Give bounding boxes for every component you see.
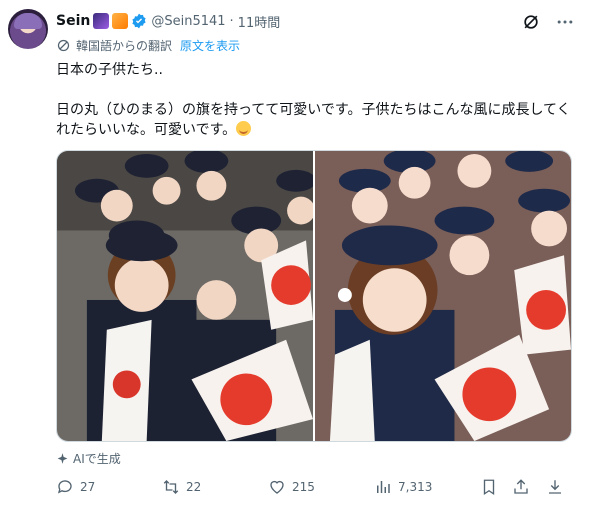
view-count: 7,313 <box>398 480 433 494</box>
translation-note: 韓国語からの翻訳 <box>76 39 173 53</box>
share-icon <box>514 479 528 494</box>
post-text-line1: 日本の子供たち.. <box>56 62 163 78</box>
galaxy-emoji-icon <box>93 13 110 29</box>
translate-icon <box>57 39 70 52</box>
bookmark-button[interactable] <box>480 478 498 496</box>
post-media[interactable] <box>56 150 572 442</box>
verified-badge-icon[interactable] <box>131 13 147 29</box>
download-icon <box>549 480 561 494</box>
handle[interactable]: @Sein5141 <box>151 14 225 29</box>
views-icon <box>377 481 390 493</box>
media-image-left[interactable] <box>57 151 313 441</box>
media-image-right[interactable] <box>315 151 571 441</box>
reply-count: 27 <box>80 480 96 494</box>
avatar[interactable] <box>8 9 48 49</box>
grok-icon[interactable] <box>521 12 541 32</box>
share-button[interactable] <box>512 478 530 496</box>
post-text-line2: 日の丸（ひのまる）の旗を持ってて可愛いです。子供たちはこんな風に成長してくれたら… <box>56 102 571 138</box>
rocket-emoji-icon <box>112 13 129 29</box>
bookmark-icon <box>483 479 495 496</box>
repost-button[interactable]: 22 <box>162 478 201 496</box>
like-count: 215 <box>292 480 315 494</box>
sparkle-icon <box>57 453 68 464</box>
repost-icon <box>163 480 179 494</box>
post-header: Sein @Sein5141 · 11時間 <box>56 11 280 31</box>
like-button[interactable]: 215 <box>268 478 315 496</box>
views-button[interactable]: 7,313 <box>374 478 432 496</box>
like-icon <box>270 480 284 494</box>
smiling-face-emoji-icon <box>236 121 252 136</box>
reply-icon <box>57 480 72 494</box>
timestamp[interactable]: 11時間 <box>238 12 281 31</box>
post-text: 日本の子供たち.. 日の丸（ひのまる）の旗を持ってて可愛いです。子供たちはこんな… <box>56 60 576 140</box>
show-original-link[interactable]: 原文を表示 <box>180 37 240 54</box>
reply-button[interactable]: 27 <box>56 478 95 496</box>
ai-label: AIで生成 <box>73 452 121 466</box>
display-name[interactable]: Sein <box>56 13 90 29</box>
download-button[interactable] <box>546 478 564 496</box>
more-icon[interactable] <box>555 12 575 32</box>
action-bar: 27 22 215 7,313 <box>56 478 572 500</box>
separator: · <box>229 13 234 29</box>
ai-generated-label[interactable]: AIで生成 <box>56 450 121 467</box>
repost-count: 22 <box>186 480 202 494</box>
translation-row: 韓国語からの翻訳 原文を表示 <box>56 37 240 54</box>
